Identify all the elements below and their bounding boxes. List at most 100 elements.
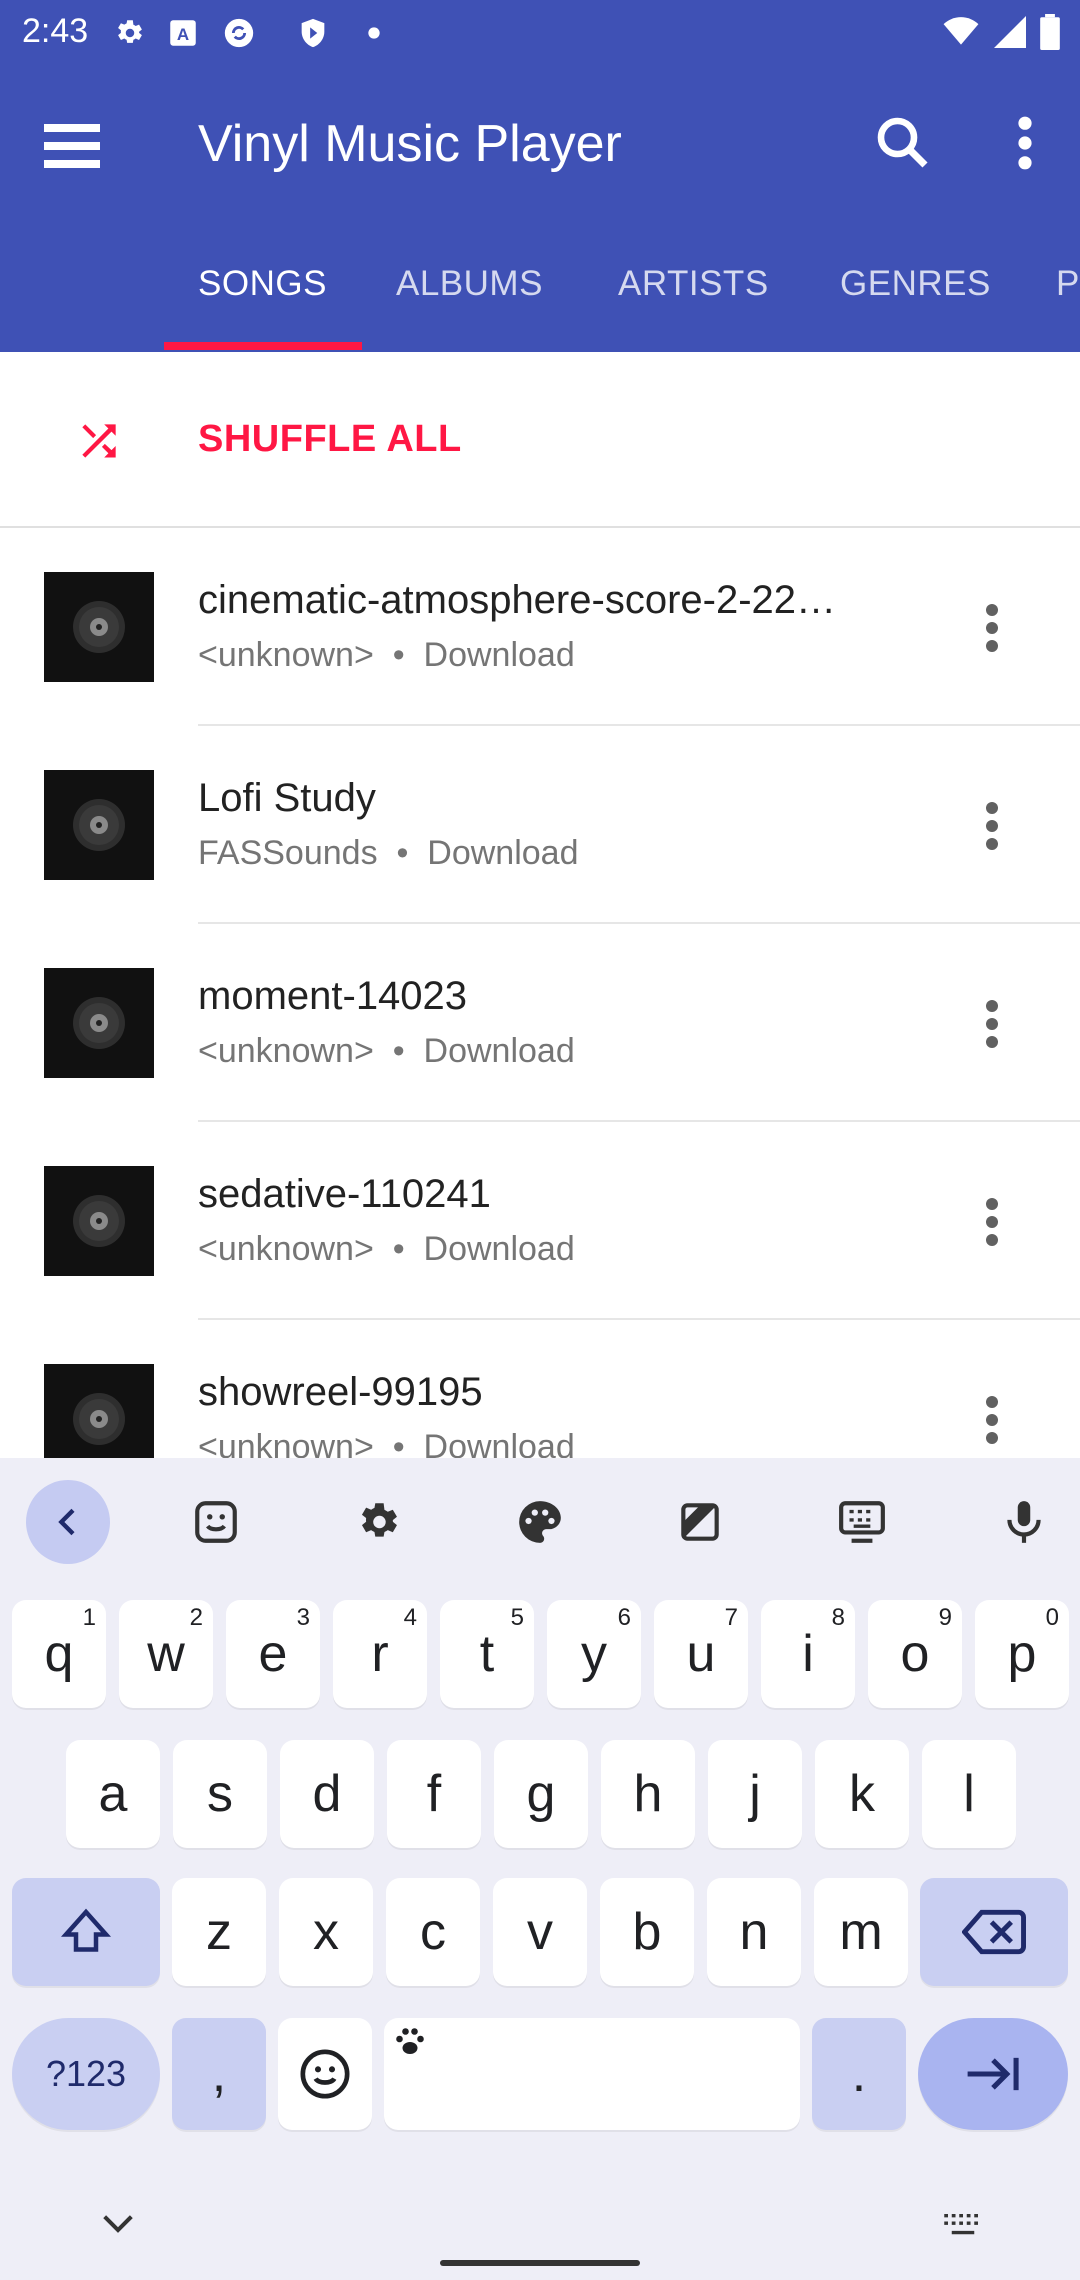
- song-menu-icon[interactable]: [968, 994, 1016, 1054]
- key-o[interactable]: o9: [868, 1600, 962, 1708]
- key-l[interactable]: l: [922, 1740, 1016, 1848]
- voice-input-button[interactable]: [982, 1480, 1066, 1564]
- key-z[interactable]: z: [172, 1878, 266, 1986]
- chevron-down-icon[interactable]: [98, 2210, 138, 2240]
- space-key[interactable]: [384, 2018, 800, 2130]
- key-label: t: [479, 1625, 495, 1683]
- shift-key[interactable]: [12, 1878, 160, 1986]
- song-row[interactable]: sedative-110241 <unknown> • Download: [0, 1122, 1080, 1320]
- key-m[interactable]: m: [814, 1878, 908, 1986]
- symbols-key[interactable]: ?123: [12, 2018, 160, 2130]
- key-n[interactable]: n: [707, 1878, 801, 1986]
- key-s[interactable]: s: [173, 1740, 267, 1848]
- navigation-bar: [0, 2166, 1080, 2280]
- key-q[interactable]: q1: [12, 1600, 106, 1708]
- key-h[interactable]: h: [601, 1740, 695, 1848]
- shuffle-icon: [82, 424, 116, 458]
- song-row[interactable]: moment-14023 <unknown> • Download: [0, 924, 1080, 1122]
- comma-label: ,: [211, 2045, 227, 2103]
- song-artist: FASSounds: [198, 834, 378, 872]
- next-key[interactable]: [918, 2018, 1068, 2130]
- key-c[interactable]: c: [386, 1878, 480, 1986]
- key-x[interactable]: x: [279, 1878, 373, 1986]
- backspace-key[interactable]: [920, 1878, 1068, 1986]
- period-label: .: [851, 2045, 867, 2103]
- song-title: sedative-110241: [198, 1172, 491, 1216]
- song-artist: <unknown>: [198, 636, 374, 674]
- tab-bar: SONGS ALBUMS ARTISTS GENRES P: [0, 234, 1080, 352]
- key-v[interactable]: v: [493, 1878, 587, 1986]
- key-hint: 0: [1045, 1604, 1059, 1631]
- tab-artists[interactable]: ARTISTS: [618, 264, 769, 304]
- keyboard-settings-button[interactable]: [336, 1480, 420, 1564]
- song-subtitle: FASSounds • Download: [198, 834, 579, 873]
- song-menu-icon[interactable]: [968, 1192, 1016, 1252]
- comma-key[interactable]: ,: [172, 2018, 266, 2130]
- key-hint: 7: [724, 1604, 738, 1631]
- emoji-key[interactable]: [278, 2018, 372, 2130]
- key-b[interactable]: b: [600, 1878, 694, 1986]
- tab-songs[interactable]: SONGS: [198, 264, 327, 304]
- status-right: [942, 14, 1060, 50]
- song-menu-icon[interactable]: [968, 1390, 1016, 1450]
- microphone-icon: [1007, 1501, 1041, 1543]
- tab-playlists[interactable]: P: [1056, 264, 1080, 304]
- song-subtitle: <unknown> • Download: [198, 1032, 575, 1071]
- key-j[interactable]: j: [708, 1740, 802, 1848]
- key-k[interactable]: k: [815, 1740, 909, 1848]
- separator: •: [396, 834, 409, 872]
- song-row[interactable]: showreel-99195 <unknown> • Download: [0, 1320, 1080, 1458]
- key-e[interactable]: e3: [226, 1600, 320, 1708]
- key-t[interactable]: t5: [440, 1600, 534, 1708]
- sticker-button[interactable]: [174, 1480, 258, 1564]
- song-menu-icon[interactable]: [968, 598, 1016, 658]
- album-art: [44, 968, 154, 1078]
- status-time: 2:43: [22, 12, 89, 50]
- album-art: [44, 1364, 154, 1458]
- chevron-left-icon: [58, 1508, 75, 1536]
- song-artist: <unknown>: [198, 1230, 374, 1268]
- theme-button[interactable]: [498, 1480, 582, 1564]
- key-y[interactable]: y6: [547, 1600, 641, 1708]
- key-a[interactable]: a: [66, 1740, 160, 1848]
- shuffle-all-button[interactable]: SHUFFLE ALL: [0, 352, 1080, 528]
- more-options-icon[interactable]: [1000, 110, 1050, 176]
- period-key[interactable]: .: [812, 2018, 906, 2130]
- tab-genres[interactable]: GENRES: [840, 264, 991, 304]
- key-f[interactable]: f: [387, 1740, 481, 1848]
- album-art: [44, 770, 154, 880]
- key-label: o: [900, 1625, 930, 1683]
- album-art: [44, 1166, 154, 1276]
- key-i[interactable]: i8: [761, 1600, 855, 1708]
- key-label: u: [686, 1625, 716, 1683]
- tab-albums[interactable]: ALBUMS: [396, 264, 543, 304]
- svg-text:A: A: [177, 25, 189, 44]
- song-row[interactable]: Lofi Study FASSounds • Download: [0, 726, 1080, 924]
- key-hint: 8: [831, 1604, 845, 1631]
- key-w[interactable]: w2: [119, 1600, 213, 1708]
- key-label: w: [147, 1625, 185, 1683]
- gear-icon: [361, 1503, 397, 1537]
- keyboard-switch-icon[interactable]: [940, 2210, 986, 2240]
- collapse-toolbar-button[interactable]: [26, 1480, 110, 1564]
- menu-icon[interactable]: [36, 112, 116, 182]
- song-row[interactable]: cinematic-atmosphere-score-2-22… <unknow…: [0, 528, 1080, 726]
- gesture-handle: [440, 2260, 640, 2266]
- keyboard-layout-button[interactable]: [820, 1480, 904, 1564]
- one-handed-button[interactable]: [658, 1480, 742, 1564]
- key-label: e: [258, 1625, 288, 1683]
- key-hint: 9: [938, 1604, 952, 1631]
- key-g[interactable]: g: [494, 1740, 588, 1848]
- search-icon[interactable]: [870, 110, 936, 176]
- song-artist: <unknown>: [198, 1428, 374, 1458]
- key-u[interactable]: u7: [654, 1600, 748, 1708]
- key-d[interactable]: d: [280, 1740, 374, 1848]
- emoji-icon: [300, 2049, 350, 2099]
- tab-arrow-icon: [967, 2057, 1019, 2091]
- song-menu-icon[interactable]: [968, 796, 1016, 856]
- toolbar: Vinyl Music Player: [0, 66, 1080, 220]
- sticker-icon: [195, 1501, 237, 1543]
- key-p[interactable]: p0: [975, 1600, 1069, 1708]
- song-title: moment-14023: [198, 974, 468, 1018]
- key-r[interactable]: r4: [333, 1600, 427, 1708]
